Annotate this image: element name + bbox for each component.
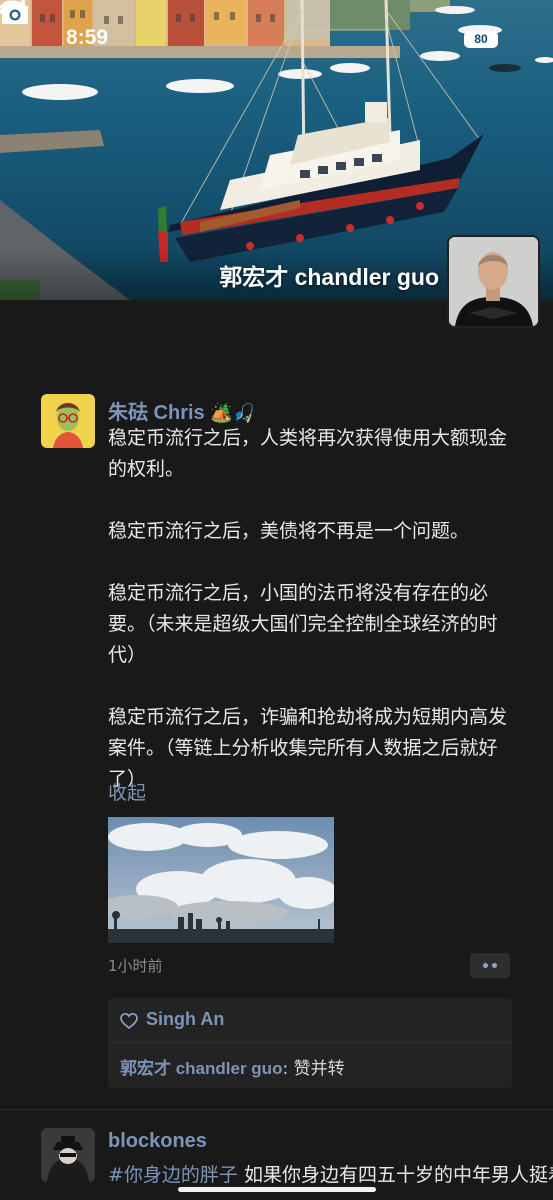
hashtag-link[interactable]: #你身边的胖子 <box>108 1164 238 1186</box>
post-paragraph: 稳定币流行之后，小国的法币将没有存在的必要。（未来是超级大国们完全控制全球经济的… <box>108 582 498 666</box>
author-avatar[interactable] <box>41 394 95 448</box>
post-time: 1小时前 <box>108 957 163 975</box>
person-avatar-icon <box>449 237 538 326</box>
post-divider <box>0 1109 553 1110</box>
post-photo[interactable] <box>108 817 334 943</box>
dot-icon <box>483 963 488 968</box>
post-paragraph: 稳定币流行之后，诈骗和抢劫将成为短期内高发案件。（等链上分析收集完所有人数据之后… <box>108 706 508 790</box>
post-text: 如果你身边有四五十岁的中年男人挺着个大肚子，我建议如果你有选 <box>243 1164 553 1186</box>
cartoon-avatar-icon <box>41 394 95 448</box>
author-avatar[interactable] <box>41 1128 95 1182</box>
divider <box>108 1042 512 1043</box>
profile-avatar[interactable] <box>449 237 538 326</box>
comment-row[interactable]: 郭宏才 chandler guo: 赞并转 <box>120 1054 345 1079</box>
post-body: 稳定币流行之后，人类将再次获得使用大额现金的权利。 稳定币流行之后，美债将不再是… <box>108 423 518 795</box>
commenter-name[interactable]: 郭宏才 chandler guo <box>120 1059 282 1078</box>
hooded-figure-avatar-icon <box>41 1128 95 1182</box>
battery-icon: 80 <box>464 31 498 48</box>
post-paragraph: 稳定币流行之后，美债将不再是一个问题。 <box>108 520 470 542</box>
author-emojis: 🏕️🎣 <box>210 403 256 423</box>
camera-icon[interactable] <box>0 0 30 26</box>
home-indicator[interactable] <box>178 1187 376 1192</box>
comment-separator: : <box>282 1059 294 1079</box>
heart-icon <box>120 1012 138 1030</box>
comment-text: 赞并转 <box>293 1059 345 1079</box>
dot-icon <box>492 963 497 968</box>
post-author-name[interactable]: blockones <box>108 1130 207 1153</box>
likes-comments-box: Singh An 郭宏才 chandler guo: 赞并转 <box>108 998 512 1088</box>
liker-name[interactable]: Singh An <box>146 1009 224 1030</box>
author-name-text: 朱砝 Chris <box>108 402 205 424</box>
post-paragraph: 稳定币流行之后，人类将再次获得使用大额现金的权利。 <box>108 427 508 480</box>
post-author-name[interactable]: 朱砝 Chris 🏕️🎣 <box>108 396 255 425</box>
status-bar: 8:59 80 <box>0 0 553 80</box>
more-options-button[interactable] <box>470 953 510 978</box>
sky-photo-image <box>108 817 334 943</box>
profile-name: 郭宏才 chandler guo <box>219 264 439 290</box>
collapse-link[interactable]: 收起 <box>108 778 146 805</box>
status-time: 8:59 <box>66 26 109 49</box>
